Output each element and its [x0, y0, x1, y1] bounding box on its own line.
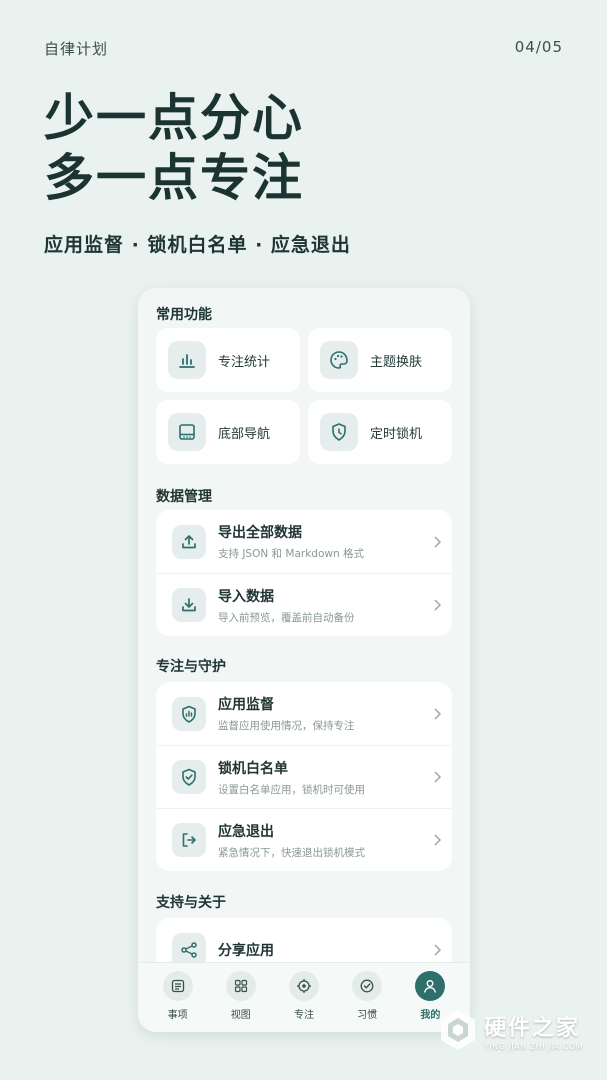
- list-icon: [162, 971, 193, 1001]
- top-bar: 自律计划 04/05: [44, 38, 563, 59]
- bar-chart-icon: [168, 341, 206, 379]
- chevron-right-icon: [422, 707, 452, 720]
- section-title-common: 常用功能: [156, 307, 212, 323]
- row-subtitle: 导入前预览，覆盖前自动备份: [218, 611, 355, 624]
- shield-clock-icon: [320, 413, 358, 451]
- download-icon: [172, 588, 206, 622]
- shield-check-icon: [172, 760, 206, 794]
- target-icon: [288, 971, 319, 1001]
- upload-icon: [172, 524, 206, 559]
- tile-label: 专注统计: [218, 354, 271, 370]
- watermark-subtitle: YING JIAN ZHI JIA.COM: [484, 1041, 583, 1051]
- tab-label: 习惯: [357, 1010, 378, 1021]
- headline: 少一点分心 多一点专注: [44, 88, 304, 208]
- grid-icon: [225, 971, 256, 1001]
- row-title: 导入数据: [218, 588, 274, 605]
- row-subtitle: 设置白名单应用，锁机时可使用: [218, 783, 365, 796]
- page-counter: 04/05: [514, 38, 563, 56]
- chevron-right-icon: [422, 771, 452, 783]
- row-subtitle: 支持 JSON 和 Markdown 格式: [218, 548, 364, 560]
- tile-label: 定时锁机: [370, 426, 423, 442]
- row-title: 应急退出: [218, 823, 274, 840]
- section-title-data: 数据管理: [156, 489, 212, 505]
- watermark: 硬件之家 YING JIAN ZHI JIA.COM: [438, 1008, 583, 1052]
- tab-focus[interactable]: 专注: [276, 963, 332, 1032]
- tab-tasks[interactable]: 事项: [150, 963, 206, 1032]
- watermark-logo: [441, 1010, 475, 1050]
- row-export-data[interactable]: 导出全部数据 支持 JSON 和 Markdown 格式: [156, 510, 452, 573]
- tile-timed-lock[interactable]: 定时锁机: [308, 400, 452, 464]
- row-subtitle: 监督应用使用情况，保持专注: [218, 720, 355, 732]
- check-circle-icon: [352, 971, 383, 1001]
- chevron-right-icon: [422, 599, 452, 611]
- tab-label: 视图: [230, 1010, 251, 1021]
- tile-theme-skin[interactable]: 主题换肤: [308, 328, 452, 392]
- row-app-monitor[interactable]: 应用监督 监督应用使用情况，保持专注: [156, 682, 452, 745]
- bottom-tab-bar: 事项 视图 专注 习惯 我的: [138, 962, 470, 1032]
- tab-view[interactable]: 视图: [213, 963, 269, 1032]
- app-label: 自律计划: [44, 40, 109, 58]
- row-title: 锁机白名单: [218, 760, 288, 777]
- row-lock-whitelist[interactable]: 锁机白名单 设置白名单应用，锁机时可使用: [156, 745, 452, 808]
- user-icon: [415, 971, 446, 1001]
- headline-line-1: 少一点分心: [44, 89, 304, 147]
- row-title: 应用监督: [218, 697, 274, 713]
- tab-label: 专注: [293, 1010, 314, 1021]
- row-emergency-exit[interactable]: 应急退出 紧急情况下，快速退出锁机模式: [156, 808, 452, 871]
- tile-focus-stats[interactable]: 专注统计: [156, 328, 300, 392]
- row-subtitle: 紧急情况下，快速退出锁机模式: [218, 846, 365, 859]
- row-title: 分享应用: [218, 942, 274, 959]
- tagline: 应用监督 · 锁机白名单 · 应急退出: [44, 234, 351, 256]
- watermark-title: 硬件之家: [484, 1015, 581, 1041]
- data-management-card: 导出全部数据 支持 JSON 和 Markdown 格式 导入数据 导入前预览，…: [156, 510, 452, 636]
- chevron-right-icon: [422, 943, 452, 956]
- phone-screen: 常用功能 专注统计 主题换肤 底部导航 定时锁机 数据管理 导出全部数据 支持 …: [138, 288, 470, 1032]
- row-title: 导出全部数据: [218, 525, 302, 541]
- chevron-right-icon: [422, 834, 452, 846]
- section-title-about: 支持与关于: [156, 895, 226, 911]
- chevron-right-icon: [422, 535, 452, 548]
- common-functions-grid: 专注统计 主题换肤 底部导航 定时锁机: [156, 328, 452, 464]
- focus-guard-card: 应用监督 监督应用使用情况，保持专注 锁机白名单 设置白名单应用，锁机时可使用 …: [156, 682, 452, 871]
- tab-habits[interactable]: 习惯: [339, 963, 395, 1032]
- tab-label: 事项: [167, 1010, 188, 1021]
- row-import-data[interactable]: 导入数据 导入前预览，覆盖前自动备份: [156, 573, 452, 636]
- section-title-focus: 专注与守护: [156, 659, 226, 675]
- tile-bottom-nav[interactable]: 底部导航: [156, 400, 300, 464]
- bottom-nav-icon: [168, 413, 206, 451]
- shield-chart-icon: [172, 696, 206, 731]
- tile-label: 底部导航: [218, 426, 271, 442]
- tile-label: 主题换肤: [370, 354, 423, 370]
- exit-icon: [172, 823, 206, 857]
- palette-icon: [320, 341, 358, 379]
- headline-line-2: 多一点专注: [44, 149, 304, 207]
